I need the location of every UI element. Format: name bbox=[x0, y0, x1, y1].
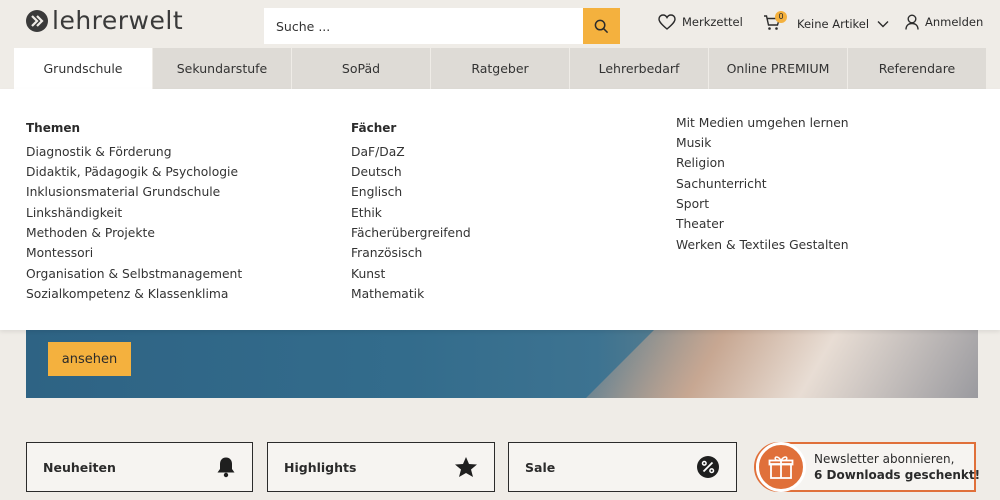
logo-chevron-icon bbox=[26, 10, 48, 32]
tile-label: Sale bbox=[525, 459, 556, 475]
merkzettel-link[interactable]: Merkzettel bbox=[658, 14, 743, 30]
menu-link[interactable]: Religion bbox=[676, 156, 725, 170]
menu-link[interactable]: Theater bbox=[676, 217, 724, 231]
tile-label: Neuheiten bbox=[43, 459, 116, 475]
bell-icon bbox=[217, 457, 235, 478]
tile-label: Highlights bbox=[284, 459, 357, 475]
user-icon bbox=[905, 14, 919, 30]
menu-link[interactable]: DaF/DaZ bbox=[351, 145, 405, 159]
menu-link[interactable]: Musik bbox=[676, 136, 711, 150]
menu-link[interactable]: Fächerübergreifend bbox=[351, 226, 471, 240]
menu-link[interactable]: Methoden & Projekte bbox=[26, 226, 155, 240]
newsletter-text-line2: 6 Downloads geschenkt! bbox=[814, 468, 981, 482]
menu-link[interactable]: Englisch bbox=[351, 185, 402, 199]
menu-link[interactable]: Inklusionsmaterial Grundschule bbox=[26, 185, 220, 199]
percent-badge-icon bbox=[697, 456, 719, 478]
search-input[interactable] bbox=[264, 8, 583, 44]
header: lehrerwelt Merkzettel 0 Keine Artikel An… bbox=[0, 0, 1000, 48]
merkzettel-label: Merkzettel bbox=[682, 15, 743, 29]
menu-link[interactable]: Kunst bbox=[351, 267, 385, 281]
menu-link[interactable]: Linkshändigkeit bbox=[26, 206, 122, 220]
menu-link[interactable]: Sport bbox=[676, 197, 709, 211]
menu-link[interactable]: Sachunterricht bbox=[676, 177, 767, 191]
logo-text: lehrerwelt bbox=[52, 6, 184, 35]
cart-link[interactable]: 0 Keine Artikel bbox=[763, 11, 889, 34]
cart-label: Keine Artikel bbox=[797, 17, 870, 31]
menu-link[interactable]: Mathematik bbox=[351, 287, 424, 301]
menu-link[interactable]: Montessori bbox=[26, 246, 93, 260]
menu-link[interactable]: Mit Medien umgehen lernen bbox=[676, 116, 849, 130]
tab-ratgeber[interactable]: Ratgeber bbox=[431, 48, 570, 89]
menu-link[interactable]: Diagnostik & Förderung bbox=[26, 145, 172, 159]
login-link[interactable]: Anmelden bbox=[905, 14, 983, 30]
tab-sopaed[interactable]: SoPäd bbox=[292, 48, 431, 89]
main-nav: Grundschule Sekundarstufe SoPäd Ratgeber… bbox=[14, 48, 986, 89]
menu-link[interactable]: Deutsch bbox=[351, 165, 402, 179]
tile-neuheiten[interactable]: Neuheiten bbox=[26, 442, 253, 492]
mega-menu-dropdown: Themen Diagnostik & Förderung Didaktik, … bbox=[0, 89, 1000, 330]
hero-view-button[interactable]: ansehen bbox=[48, 342, 131, 376]
tab-lehrerbedarf[interactable]: Lehrerbedarf bbox=[570, 48, 709, 89]
tab-referendare[interactable]: Referendare bbox=[848, 48, 986, 89]
menu-link[interactable]: Didaktik, Pädagogik & Psychologie bbox=[26, 165, 238, 179]
newsletter-cta[interactable]: Newsletter abonnieren, 6 Downloads gesch… bbox=[754, 442, 980, 492]
menu-link[interactable]: Werken & Textiles Gestalten bbox=[676, 238, 849, 252]
tile-highlights[interactable]: Highlights bbox=[267, 442, 495, 492]
tab-online-premium[interactable]: Online PREMIUM bbox=[709, 48, 848, 89]
chevron-down-icon bbox=[877, 21, 889, 28]
login-label: Anmelden bbox=[925, 15, 984, 29]
search-icon bbox=[594, 19, 609, 33]
menu-link[interactable]: Sozialkompetenz & Klassenklima bbox=[26, 287, 228, 301]
logo[interactable]: lehrerwelt bbox=[26, 8, 183, 34]
search-button[interactable] bbox=[583, 8, 620, 44]
menu-link[interactable]: Französisch bbox=[351, 246, 422, 260]
gift-icon bbox=[756, 442, 806, 492]
menu-link[interactable]: Ethik bbox=[351, 206, 382, 220]
menu-column-title: Fächer bbox=[351, 121, 397, 135]
newsletter-text-line1: Newsletter abonnieren, bbox=[814, 452, 955, 466]
heart-icon bbox=[658, 14, 676, 30]
cart-count-badge: 0 bbox=[775, 11, 787, 23]
star-icon bbox=[455, 457, 477, 477]
tab-grundschule[interactable]: Grundschule bbox=[14, 48, 153, 89]
menu-column-title: Themen bbox=[26, 121, 81, 135]
search-bar bbox=[264, 8, 620, 44]
tile-sale[interactable]: Sale bbox=[508, 442, 737, 492]
tab-sekundarstufe[interactable]: Sekundarstufe bbox=[153, 48, 292, 89]
menu-link[interactable]: Organisation & Selbstmanagement bbox=[26, 267, 242, 281]
